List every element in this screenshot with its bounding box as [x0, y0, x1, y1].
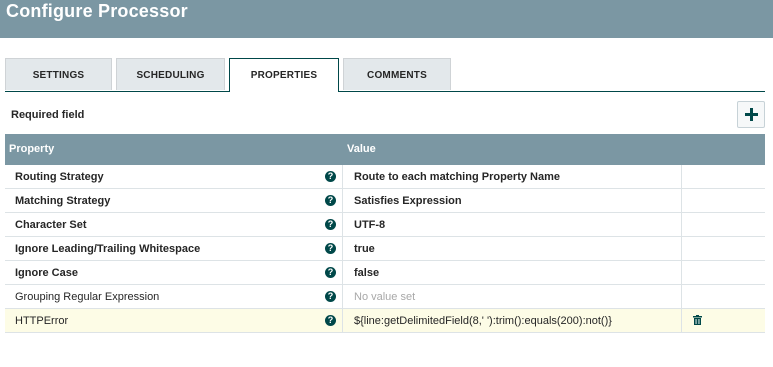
table-row[interactable]: HTTPError ? ${line:getDelimitedField(8,'… [5, 309, 765, 333]
question-circle-icon[interactable]: ? [325, 219, 336, 230]
column-divider [342, 309, 343, 332]
table-row[interactable]: Routing Strategy ? Route to each matchin… [5, 165, 765, 189]
column-divider [342, 261, 343, 284]
property-name: Matching Strategy [15, 195, 111, 207]
properties-table: Property Value Routing Strategy ? Route … [5, 134, 765, 333]
tab-scheduling[interactable]: SCHEDULING [116, 58, 225, 90]
property-name: Character Set [15, 219, 87, 231]
trash-icon[interactable] [693, 315, 702, 325]
property-name: Ignore Case [15, 267, 78, 279]
table-row[interactable]: Character Set ? UTF-8 [5, 213, 765, 237]
property-name: Grouping Regular Expression [15, 291, 160, 303]
tab-settings[interactable]: SETTINGS [5, 58, 112, 90]
property-value[interactable]: Satisfies Expression [354, 195, 462, 207]
question-circle-icon[interactable]: ? [325, 291, 336, 302]
column-divider [342, 189, 343, 212]
dialog-header: Configure Processor [0, 0, 773, 38]
property-name: Ignore Leading/Trailing Whitespace [15, 243, 201, 255]
column-divider [681, 165, 682, 188]
property-value[interactable]: UTF-8 [354, 219, 385, 231]
table-row[interactable]: Ignore Leading/Trailing Whitespace ? tru… [5, 237, 765, 261]
column-divider [342, 213, 343, 236]
dialog-title: Configure Processor [6, 1, 188, 21]
table-row[interactable]: Grouping Regular Expression ? No value s… [5, 285, 765, 309]
question-circle-icon[interactable]: ? [325, 243, 336, 254]
table-row[interactable]: Matching Strategy ? Satisfies Expression [5, 189, 765, 213]
column-divider [681, 189, 682, 212]
tab-bar: SETTINGS SCHEDULING PROPERTIES COMMENTS [5, 58, 765, 92]
table-row[interactable]: Ignore Case ? false [5, 261, 765, 285]
column-divider [681, 237, 682, 260]
column-header-property: Property [9, 143, 55, 155]
column-divider [681, 309, 682, 332]
add-property-button[interactable] [737, 101, 765, 128]
tab-properties[interactable]: PROPERTIES [229, 58, 339, 92]
question-circle-icon[interactable]: ? [325, 171, 336, 182]
column-divider [681, 261, 682, 284]
question-circle-icon[interactable]: ? [325, 315, 336, 326]
table-header: Property Value [5, 134, 765, 165]
question-circle-icon[interactable]: ? [325, 267, 336, 278]
property-value[interactable]: No value set [354, 291, 415, 303]
column-divider [342, 237, 343, 260]
column-divider [681, 285, 682, 308]
property-name: HTTPError [15, 315, 69, 327]
property-value[interactable]: ${line:getDelimitedField(8,' '):trim():e… [354, 315, 612, 327]
question-circle-icon[interactable]: ? [325, 195, 336, 206]
column-divider [342, 165, 343, 188]
property-name: Routing Strategy [15, 171, 104, 183]
column-divider [681, 213, 682, 236]
column-header-value: Value [347, 143, 376, 155]
property-value[interactable]: Route to each matching Property Name [354, 171, 560, 183]
property-value[interactable]: true [354, 243, 375, 255]
required-field-label: Required field [11, 109, 85, 121]
plus-icon [745, 108, 758, 121]
column-divider [342, 285, 343, 308]
property-value[interactable]: false [354, 267, 379, 279]
tab-comments[interactable]: COMMENTS [343, 58, 451, 90]
